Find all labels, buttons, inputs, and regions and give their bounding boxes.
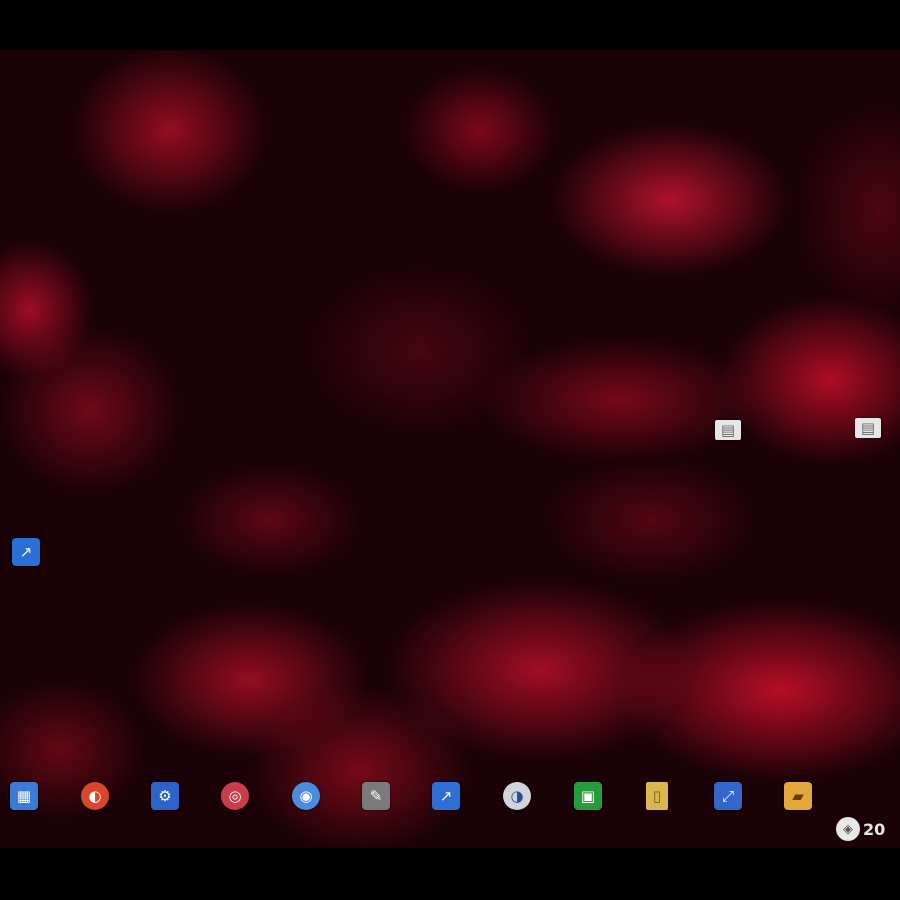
letterbox-bottom xyxy=(0,848,900,900)
desktop-icon[interactable]: ◉ xyxy=(270,782,342,813)
app-icon: ◎ xyxy=(221,782,249,810)
desktop-icon[interactable]: ✎ xyxy=(340,782,412,813)
app-icon: ✎ xyxy=(362,782,390,810)
screen: ▤ ▤ ↗ ▦ ◐ ⚙ ◎ ◉ ✎ ↗ ◑ ▣ ▯ ⤢ ▰ ◈ 20 xyxy=(0,0,900,900)
tray-text: 20 xyxy=(863,819,886,839)
app-icon: ◉ xyxy=(292,782,320,810)
system-tray[interactable]: ◈ 20 xyxy=(836,815,900,843)
document-icon: ▤ xyxy=(715,420,741,440)
desktop-icon[interactable]: ▤ xyxy=(692,420,764,443)
desktop-icon[interactable]: ⚙ xyxy=(129,782,201,813)
shortcut-icon: ↗ xyxy=(12,538,40,566)
desktop-wallpaper[interactable]: ▤ ▤ ↗ ▦ ◐ ⚙ ◎ ◉ ✎ ↗ ◑ ▣ ▯ ⤢ ▰ ◈ 20 xyxy=(0,50,900,848)
desktop-icon[interactable]: ◐ xyxy=(59,782,131,813)
folder-icon: ▰ xyxy=(784,782,812,810)
desktop-icon[interactable]: ↗ xyxy=(410,782,482,813)
app-icon: ▣ xyxy=(574,782,602,810)
app-icon: ▦ xyxy=(10,782,38,810)
folder-icon: ▯ xyxy=(646,782,668,810)
app-icon: ↗ xyxy=(432,782,460,810)
desktop-icon[interactable]: ▰ xyxy=(762,782,834,813)
desktop-icon[interactable]: ▯ xyxy=(621,782,693,813)
desktop-icon[interactable]: ⤢ xyxy=(692,782,764,813)
app-icon: ⚙ xyxy=(151,782,179,810)
desktop-icon[interactable]: ◎ xyxy=(199,782,271,813)
desktop-icon[interactable]: ▤ xyxy=(832,418,900,441)
logo-icon: ◈ xyxy=(836,817,860,841)
desktop-icon[interactable]: ▦ xyxy=(0,782,60,813)
app-icon: ⤢ xyxy=(714,782,742,810)
letterbox-top xyxy=(0,0,900,50)
app-icon: ◑ xyxy=(503,782,531,810)
app-icon: ◐ xyxy=(81,782,109,810)
document-icon: ▤ xyxy=(855,418,881,438)
desktop-icon[interactable]: ◑ xyxy=(481,782,553,813)
desktop-icon[interactable]: ↗ xyxy=(0,538,62,569)
desktop-icon[interactable]: ▣ xyxy=(552,782,624,813)
